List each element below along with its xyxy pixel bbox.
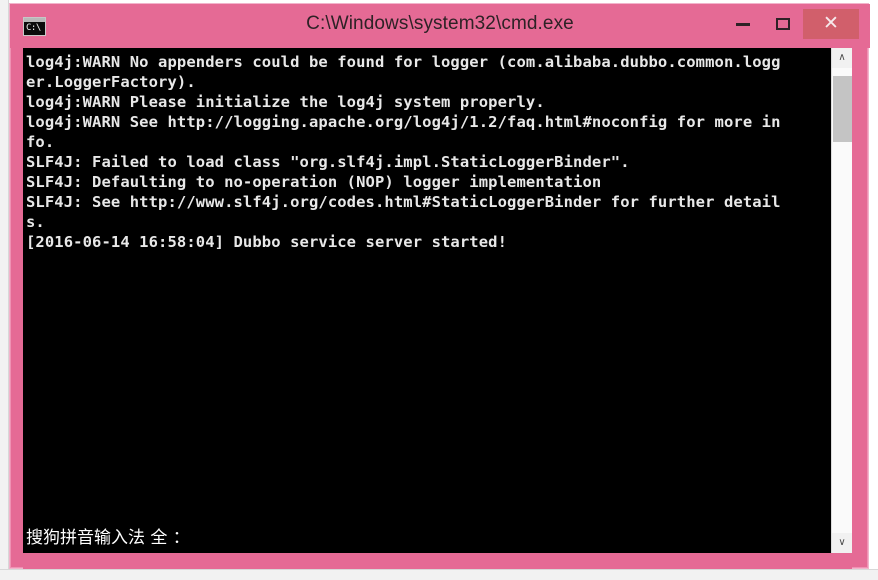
console-line: er.LoggerFactory).	[26, 73, 196, 91]
minimize-icon	[736, 23, 750, 26]
console-line: log4j:WARN See http://logging.apache.org…	[26, 113, 781, 131]
window-bottom-frame	[23, 553, 852, 569]
title-bar[interactable]: C:\ C:\Windows\system32\cmd.exe ✕	[10, 4, 870, 48]
console-line: SLF4J: See http://www.slf4j.org/codes.ht…	[26, 193, 781, 211]
close-icon: ✕	[823, 13, 839, 34]
scroll-down-button[interactable]: ∨	[832, 533, 852, 553]
desktop-background: C:\ C:\Windows\system32\cmd.exe ✕ log4j:…	[0, 0, 878, 580]
desktop-edge-left	[0, 0, 9, 580]
console-line: log4j:WARN Please initialize the log4j s…	[26, 93, 545, 111]
console-line: SLF4J: Failed to load class "org.slf4j.i…	[26, 153, 630, 171]
console-scrollbar[interactable]: ∧ ∨	[831, 48, 852, 553]
scroll-up-button[interactable]: ∧	[832, 48, 852, 68]
console-line: [2016-06-14 16:58:04] Dubbo service serv…	[26, 233, 508, 251]
close-button[interactable]: ✕	[803, 9, 859, 39]
desktop-edge-bottom	[0, 569, 878, 580]
console-output-area[interactable]: log4j:WARN No appenders could be found f…	[23, 48, 846, 553]
minimize-button[interactable]	[723, 9, 763, 39]
ime-status-bar: 搜狗拼音输入法 全 ：	[26, 528, 190, 548]
cmd-window: C:\ C:\Windows\system32\cmd.exe ✕ log4j:…	[9, 3, 870, 569]
console-line: fo.	[26, 133, 55, 151]
console-text: log4j:WARN No appenders could be found f…	[26, 52, 841, 252]
maximize-icon	[776, 18, 790, 30]
console-line: s.	[26, 213, 45, 231]
console-line: log4j:WARN No appenders could be found f…	[26, 53, 781, 71]
console-line: SLF4J: Defaulting to no-operation (NOP) …	[26, 173, 602, 191]
scrollbar-thumb[interactable]	[833, 76, 852, 142]
maximize-button[interactable]	[763, 9, 803, 39]
